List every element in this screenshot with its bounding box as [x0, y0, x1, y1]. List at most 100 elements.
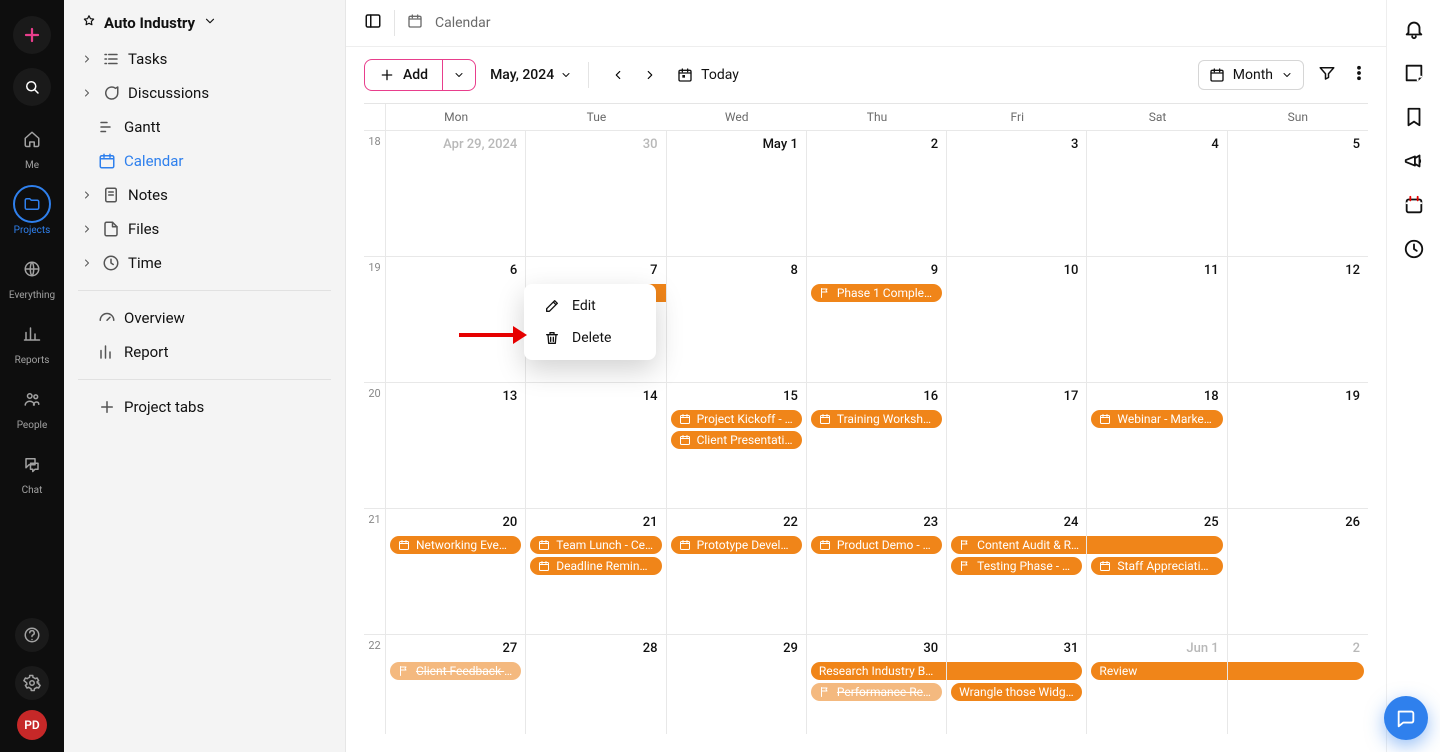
calendar-event[interactable]: Review — [1091, 662, 1227, 680]
search-button[interactable] — [0, 64, 64, 110]
calendar-cell[interactable]: 27Client Feedback Ine… — [386, 635, 526, 734]
calendar-event[interactable]: Team Lunch - Celebr… — [530, 536, 661, 554]
calendar-event[interactable]: Staff Appreciation D… — [1091, 557, 1222, 575]
calendar-cell[interactable]: 4 — [1087, 131, 1227, 257]
calendar-event[interactable]: Deadline Reminder - … — [530, 557, 661, 575]
note-icon — [102, 186, 120, 204]
calendar-cell[interactable]: 12 — [1228, 257, 1368, 383]
sidebar-item-calendar[interactable]: Calendar — [92, 144, 335, 178]
calendar-event[interactable]: Testing Phase - Us… — [951, 557, 1082, 575]
rail-item-chat[interactable]: Chat — [0, 441, 64, 500]
project-selector[interactable]: Auto Industry — [74, 14, 335, 42]
calendar-cell[interactable]: 17 — [947, 383, 1087, 509]
calendar-event[interactable] — [1087, 536, 1222, 554]
calendar-event[interactable]: Project Kickoff - Pla… — [671, 410, 802, 428]
clock-icon[interactable] — [1403, 238, 1425, 260]
calendar-cell[interactable]: 23Product Demo - Beta… — [807, 509, 947, 635]
rail-item-me[interactable]: Me — [0, 116, 64, 175]
panel-toggle-icon[interactable] — [364, 12, 382, 34]
sidebar-item-report[interactable]: Report — [92, 335, 335, 369]
rail-item-projects[interactable]: Projects — [0, 181, 64, 240]
calendar-event[interactable]: Research Industry Benchmarks — [811, 662, 947, 680]
calendar-cell[interactable]: 5 — [1228, 131, 1368, 257]
calendar-cell[interactable]: 9Phase 1 Completio… — [807, 257, 947, 383]
rail-item-reports[interactable]: Reports — [0, 311, 64, 370]
calendar-cell[interactable]: 8 — [667, 257, 807, 383]
calendar-cell[interactable]: Apr 29, 2024 — [386, 131, 526, 257]
calendar-event[interactable]: Networking Event - I… — [390, 536, 521, 554]
sidebar-item-time[interactable]: Time — [74, 246, 335, 280]
calendar-event[interactable]: Content Audit & Refresh — [951, 536, 1087, 554]
calendar-event[interactable]: Training Workshop - … — [811, 410, 942, 428]
settings-button[interactable] — [0, 662, 64, 704]
sidebar-item-files[interactable]: Files — [74, 212, 335, 246]
sidebar-item-gantt[interactable]: Gantt — [92, 110, 335, 144]
context-delete[interactable]: Delete — [530, 322, 650, 354]
bell-icon[interactable] — [1403, 18, 1425, 40]
calendar-cell[interactable]: 2 — [807, 131, 947, 257]
add-dropdown-button[interactable] — [442, 60, 475, 90]
sidebar-item-tasks[interactable]: Tasks — [74, 42, 335, 76]
calendar-cell[interactable]: 14 — [526, 383, 666, 509]
calendar-event[interactable]: Client Feedback Ine… — [390, 662, 521, 680]
calendar-cell[interactable]: 15Project Kickoff - Pla…Client Presentat… — [667, 383, 807, 509]
calendar-cell[interactable]: 3 — [947, 131, 1087, 257]
calendar-cell[interactable]: Jun 1Review — [1087, 635, 1227, 734]
context-edit[interactable]: Edit — [530, 290, 650, 322]
calendar-event[interactable]: Prototype Develop… — [671, 536, 802, 554]
calendar-cell[interactable]: 31 Wrangle those Widgets… — [947, 635, 1087, 734]
today-button[interactable]: Today — [677, 67, 739, 83]
megaphone-icon[interactable] — [1403, 150, 1425, 172]
help-button[interactable] — [0, 614, 64, 656]
calendar-cell[interactable]: 19 — [1228, 383, 1368, 509]
calendar-cell[interactable]: 22Prototype Develop… — [667, 509, 807, 635]
calendar-cell[interactable]: 10 — [947, 257, 1087, 383]
calendar-event[interactable]: Wrangle those Widgets… — [951, 683, 1082, 701]
calendar-cell[interactable]: 16Training Workshop - … — [807, 383, 947, 509]
calendar-cell[interactable]: 11 — [1087, 257, 1227, 383]
chat-fab[interactable] — [1384, 696, 1428, 740]
add-global-button[interactable] — [0, 12, 64, 58]
calendar-cell[interactable]: 13 — [386, 383, 526, 509]
prev-month-button[interactable] — [605, 62, 631, 88]
calendar-cell[interactable]: 18Webinar - Marketing … — [1087, 383, 1227, 509]
calendar-cell[interactable]: 20Networking Event - I… — [386, 509, 526, 635]
calendar-event[interactable]: Product Demo - Beta… — [811, 536, 942, 554]
calendar-cell[interactable]: 25 Staff Appreciation D… — [1087, 509, 1227, 635]
calendar-cell[interactable]: 30Research Industry BenchmarksPerformanc… — [807, 635, 947, 734]
avatar[interactable]: PD — [17, 710, 47, 740]
bookmark-icon[interactable] — [1403, 106, 1425, 128]
calendar-event[interactable]: Phase 1 Completio… — [811, 284, 942, 302]
add-button[interactable]: Add — [365, 60, 442, 90]
calendar-event[interactable] — [947, 662, 1082, 680]
next-month-button[interactable] — [637, 62, 663, 88]
sticky-note-icon[interactable] — [1403, 62, 1425, 84]
calendar-cell[interactable]: 6 — [386, 257, 526, 383]
calendar-event[interactable]: Client Presentation -… — [671, 431, 802, 449]
rail-item-everything[interactable]: Everything — [0, 246, 64, 305]
event-label: Testing Phase - Us… — [977, 559, 1074, 573]
filter-button[interactable] — [1318, 64, 1336, 86]
more-button[interactable] — [1350, 64, 1368, 86]
calendar-cell[interactable]: 28 — [526, 635, 666, 734]
calendar-cell[interactable]: 21Team Lunch - Celebr…Deadline Reminder … — [526, 509, 666, 635]
month-picker[interactable]: May, 2024 — [490, 67, 572, 83]
calendar-event[interactable] — [1228, 662, 1364, 680]
rail-item-people[interactable]: People — [0, 376, 64, 435]
calendar-cell[interactable]: 29 — [667, 635, 807, 734]
bar-chart-icon — [98, 343, 116, 361]
calendar-cell[interactable]: 26 — [1228, 509, 1368, 635]
calendar-cell[interactable]: 2 — [1228, 635, 1368, 734]
calendar-event[interactable]: Webinar - Marketing … — [1091, 410, 1222, 428]
calendar-cell[interactable]: 24Content Audit & RefreshTesting Phase -… — [947, 509, 1087, 635]
sidebar-item-notes[interactable]: Notes — [74, 178, 335, 212]
calendar-cell[interactable]: 30 — [526, 131, 666, 257]
calendar-red-icon[interactable] — [1403, 194, 1425, 216]
event-label — [1094, 538, 1097, 552]
view-selector[interactable]: Month — [1198, 60, 1304, 90]
calendar-event[interactable]: Performance Revie… — [811, 683, 942, 701]
sidebar-item-discussions[interactable]: Discussions — [74, 76, 335, 110]
sidebar-item-project-tabs[interactable]: Project tabs — [92, 390, 335, 424]
calendar-cell[interactable]: May 1 — [667, 131, 807, 257]
sidebar-item-overview[interactable]: Overview — [92, 301, 335, 335]
